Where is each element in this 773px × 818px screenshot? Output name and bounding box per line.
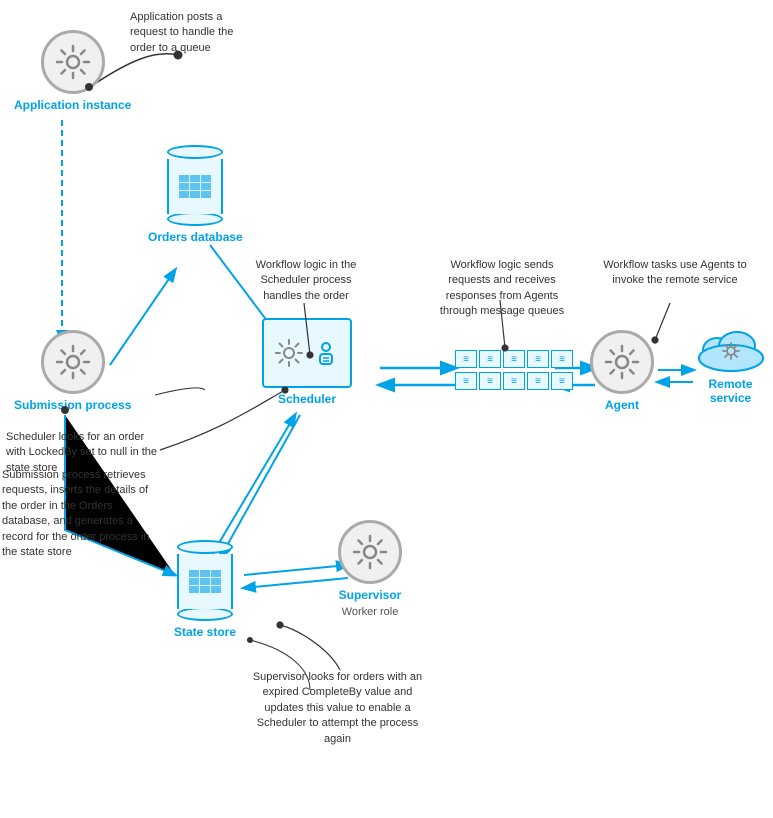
agent-node: Agent <box>590 330 654 412</box>
queue-cell <box>527 350 549 368</box>
supervisor-node: Supervisor Worker role <box>338 520 402 618</box>
state-store-node: State store <box>174 540 236 639</box>
scheduler-box-icon <box>262 318 352 388</box>
agent-label: Agent <box>605 398 639 412</box>
worker-role-label: Worker role <box>342 606 399 618</box>
sends-receives-annotation: Workflow logic sends requests and receiv… <box>432 258 572 320</box>
queue-cell <box>479 350 501 368</box>
queue-cell <box>551 372 573 390</box>
state-store-label: State store <box>174 625 236 639</box>
queue-cell <box>479 372 501 390</box>
agent-gear-icon <box>590 330 654 394</box>
queue-cell <box>551 350 573 368</box>
application-instance-node: Application instance <box>14 30 131 112</box>
queue-cell <box>455 372 477 390</box>
app-queue-annotation: Application posts a request to handle th… <box>130 10 260 56</box>
queue-row-1 <box>455 350 573 368</box>
queue-cell <box>527 372 549 390</box>
remote-service-node: Remote service <box>688 318 773 405</box>
queue-cell <box>503 350 525 368</box>
application-gear-icon <box>41 30 105 94</box>
scheduler-handles-annotation: Workflow logic in the Scheduler process … <box>246 258 366 304</box>
orders-db-icon <box>167 145 223 226</box>
supervisor-gear-icon <box>338 520 402 584</box>
scheduler-node: Scheduler <box>262 318 352 406</box>
diagram: Application instance Application posts a… <box>0 0 773 818</box>
submission-gear-icon <box>41 330 105 394</box>
queue-container <box>455 350 573 390</box>
cloud-icon <box>695 318 767 373</box>
application-label: Application instance <box>14 98 131 112</box>
agents-invoke-annotation: Workflow tasks use Agents to invoke the … <box>600 258 750 289</box>
queue-cell <box>455 350 477 368</box>
state-store-icon <box>177 540 233 621</box>
queue-row-2 <box>455 372 573 390</box>
submission-label: Submission process <box>14 398 131 412</box>
submission-node: Submission process <box>14 330 131 412</box>
queue-cell <box>503 372 525 390</box>
supervisor-label: Supervisor <box>339 588 402 602</box>
submission-retrieves-annotation: Submission process retrieves requests, i… <box>2 468 157 560</box>
supervisor-looks-annotation: Supervisor looks for orders with an expi… <box>245 670 430 747</box>
remote-service-label: Remote service <box>688 377 773 405</box>
message-queues <box>455 350 573 390</box>
orders-db-node: Orders database <box>148 145 243 244</box>
orders-db-label: Orders database <box>148 230 243 244</box>
scheduler-label: Scheduler <box>278 392 336 406</box>
